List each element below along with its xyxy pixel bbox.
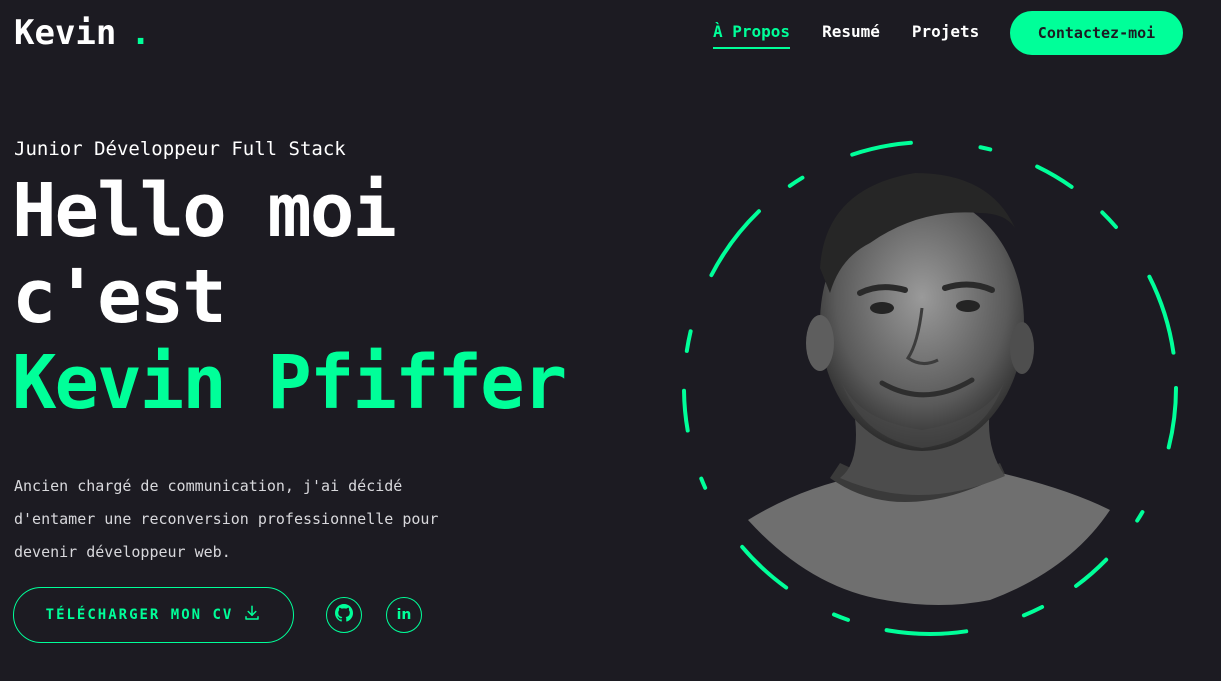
hero-subtitle: Junior Développeur Full Stack [14, 138, 346, 160]
download-icon [243, 604, 261, 626]
github-icon [335, 604, 353, 626]
profile-photo [682, 140, 1178, 636]
headline-name: Kevin Pfiffer [12, 340, 567, 426]
main-nav: À Propos Resumé Projets [713, 22, 979, 49]
contact-button[interactable]: Contactez-moi [1010, 11, 1183, 55]
download-cv-button[interactable]: TÉLÉCHARGER MON CV [13, 587, 294, 643]
github-link[interactable] [326, 597, 362, 633]
nav-link-a-propos[interactable]: À Propos [713, 22, 791, 49]
hero-headline: Hello moi c'est Kevin Pfiffer [12, 168, 567, 426]
logo-text: Kevin [14, 13, 117, 53]
hero-description: Ancien chargé de communication, j'ai déc… [14, 477, 439, 561]
site-header: Kevin. À Propos Resumé Projets Contactez… [0, 0, 1221, 66]
nav-link-projets[interactable]: Projets [912, 22, 979, 49]
linkedin-icon: in [396, 607, 412, 623]
linkedin-link[interactable]: in [386, 597, 422, 633]
nav-link-resume[interactable]: Resumé [822, 22, 880, 49]
profile-photo-wrapper [660, 118, 1200, 658]
headline-line-2: c'est [12, 254, 227, 340]
logo[interactable]: Kevin. [14, 13, 151, 53]
logo-dot: . [130, 13, 151, 53]
headline-line-1: Hello moi [12, 168, 397, 254]
download-cv-label: TÉLÉCHARGER MON CV [45, 607, 234, 623]
